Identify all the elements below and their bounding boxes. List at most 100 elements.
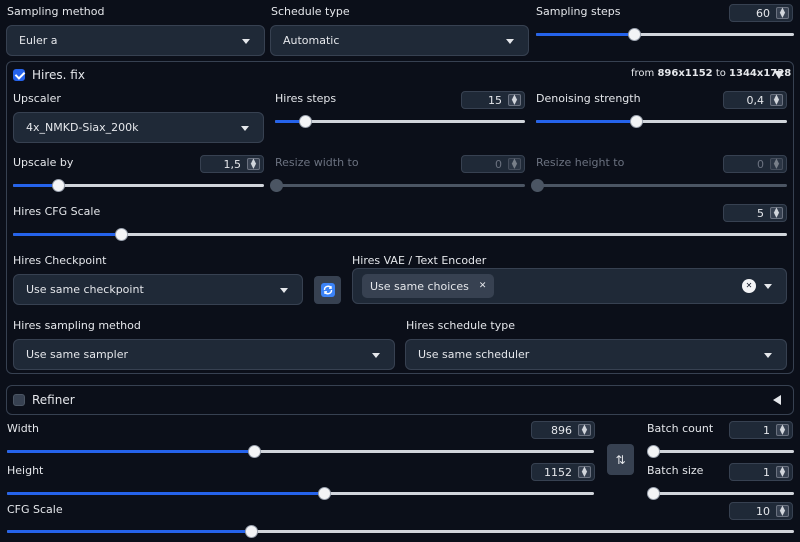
sampling-steps-value: 60 (756, 6, 770, 20)
upscale-by-label: Upscale by (13, 156, 74, 169)
spinner-icon[interactable]: ▲ ▼ (508, 94, 521, 106)
hires-schedule-value: Use same scheduler (418, 348, 530, 361)
resize-height-input[interactable]: 0 ▲ ▼ (723, 155, 787, 173)
hires-steps-label: Hires steps (275, 92, 337, 105)
hires-vae-multiselect[interactable]: Use same choices ✕ ✕ (352, 268, 787, 304)
refiner-panel (6, 385, 794, 415)
resize-width-label: Resize width to (275, 156, 359, 169)
batch-count-slider[interactable] (647, 445, 794, 458)
hires-fix-checkbox[interactable] (13, 69, 25, 81)
width-slider[interactable] (7, 445, 594, 458)
hires-schedule-dropdown[interactable]: Use same scheduler (405, 339, 787, 370)
cfg-scale-slider[interactable] (7, 525, 794, 538)
hires-cfg-label: Hires CFG Scale (13, 205, 101, 218)
vae-choice-chip: Use same choices ✕ (362, 274, 495, 298)
denoising-slider[interactable] (536, 115, 787, 128)
slider-thumb[interactable] (317, 487, 331, 500)
resize-width-value: 0 (495, 157, 502, 171)
slider-thumb[interactable] (647, 487, 660, 500)
spinner-icon[interactable]: ▲ ▼ (508, 158, 521, 170)
batch-size-slider[interactable] (647, 487, 794, 500)
collapse-triangle-icon[interactable] (774, 71, 784, 79)
slider-thumb[interactable] (628, 28, 642, 41)
width-label: Width (7, 422, 39, 435)
resize-width-slider[interactable] (270, 179, 525, 192)
sampling-steps-slider[interactable] (536, 28, 794, 41)
resize-width-input[interactable]: 0 ▲ ▼ (461, 155, 525, 173)
sampling-steps-input[interactable]: 60 ▲ ▼ (729, 4, 793, 22)
resize-height-slider[interactable] (531, 179, 787, 192)
vae-chip-label: Use same choices (370, 279, 469, 293)
chevron-down-icon (242, 39, 250, 44)
denoising-value: 0,4 (746, 93, 765, 107)
spinner-icon[interactable]: ▲ ▼ (578, 424, 591, 436)
height-slider[interactable] (7, 487, 594, 500)
swap-dimensions-button[interactable]: ⇅ (607, 444, 634, 475)
resize-height-value: 0 (757, 157, 764, 171)
upscale-by-value: 1,5 (223, 157, 242, 171)
sampling-method-label: Sampling method (7, 5, 105, 18)
hires-schedule-label: Hires schedule type (406, 319, 515, 332)
slider-thumb[interactable] (270, 179, 283, 192)
denoising-label: Denoising strength (536, 92, 641, 105)
spinner-icon[interactable]: ▲ ▼ (247, 158, 260, 170)
spinner-icon[interactable]: ▲ ▼ (776, 424, 789, 436)
width-value: 896 (551, 423, 572, 437)
batch-size-label: Batch size (647, 464, 704, 477)
schedule-type-label: Schedule type (271, 5, 350, 18)
chevron-down-icon (372, 353, 380, 358)
refiner-title: Refiner (32, 393, 75, 407)
hires-cfg-slider[interactable] (13, 228, 787, 241)
sampling-steps-label: Sampling steps (536, 5, 621, 18)
upscaler-value: 4x_NMKD-Siax_200k (26, 121, 139, 134)
slider-thumb[interactable] (647, 445, 660, 458)
batch-size-input[interactable]: 1 ▲ ▼ (729, 463, 793, 481)
width-input[interactable]: 896 ▲ ▼ (531, 421, 595, 439)
hires-steps-slider[interactable] (275, 115, 525, 128)
spinner-icon[interactable]: ▲ ▼ (770, 158, 783, 170)
spinner-icon[interactable]: ▲ ▼ (776, 466, 789, 478)
height-input[interactable]: 1152 ▲ ▼ (531, 463, 595, 481)
schedule-type-dropdown[interactable]: Automatic (270, 25, 529, 56)
chevron-down-icon (764, 284, 772, 289)
slider-thumb[interactable] (299, 115, 312, 128)
hires-checkpoint-value: Use same checkpoint (26, 283, 144, 296)
chip-remove-icon[interactable]: ✕ (479, 281, 487, 291)
refiner-checkbox[interactable] (13, 394, 25, 406)
slider-thumb[interactable] (247, 445, 261, 458)
cfg-scale-value: 10 (756, 504, 770, 518)
hires-sampling-label: Hires sampling method (13, 319, 141, 332)
chevron-down-icon (506, 39, 514, 44)
spinner-icon[interactable]: ▲ ▼ (578, 466, 591, 478)
spinner-icon[interactable]: ▲ ▼ (776, 7, 789, 19)
batch-size-value: 1 (763, 465, 770, 479)
height-value: 1152 (544, 465, 572, 479)
slider-thumb[interactable] (244, 525, 258, 538)
batch-count-label: Batch count (647, 422, 714, 435)
spinner-icon[interactable]: ▲ ▼ (770, 94, 783, 106)
upscaler-dropdown[interactable]: 4x_NMKD-Siax_200k (13, 112, 264, 143)
denoising-input[interactable]: 0,4 ▲ ▼ (723, 91, 787, 109)
sampling-method-value: Euler a (19, 34, 58, 47)
hires-steps-value: 15 (488, 93, 502, 107)
cfg-scale-input[interactable]: 10 ▲ ▼ (729, 502, 793, 520)
clear-icon[interactable]: ✕ (742, 279, 756, 293)
hires-cfg-value: 5 (757, 206, 764, 220)
spinner-icon[interactable]: ▲ ▼ (770, 207, 783, 219)
spinner-icon[interactable]: ▲ ▼ (776, 505, 789, 517)
upscale-by-input[interactable]: 1,5 ▲ ▼ (200, 155, 264, 173)
expand-triangle-icon[interactable] (773, 395, 781, 405)
hires-checkpoint-label: Hires Checkpoint (13, 254, 107, 267)
hires-steps-input[interactable]: 15 ▲ ▼ (461, 91, 525, 109)
refresh-checkpoint-button[interactable] (314, 276, 341, 304)
upscale-by-slider[interactable] (13, 179, 264, 192)
swap-dimensions-icon: ⇅ (615, 452, 626, 467)
slider-thumb[interactable] (531, 179, 544, 192)
batch-count-input[interactable]: 1 ▲ ▼ (729, 421, 793, 439)
hires-sampling-dropdown[interactable]: Use same sampler (13, 339, 395, 370)
hires-cfg-input[interactable]: 5 ▲ ▼ (723, 204, 787, 222)
upscaler-label: Upscaler (13, 92, 61, 105)
sampling-method-dropdown[interactable]: Euler a (6, 25, 265, 56)
refresh-icon (320, 283, 335, 297)
hires-checkpoint-dropdown[interactable]: Use same checkpoint (13, 274, 303, 305)
